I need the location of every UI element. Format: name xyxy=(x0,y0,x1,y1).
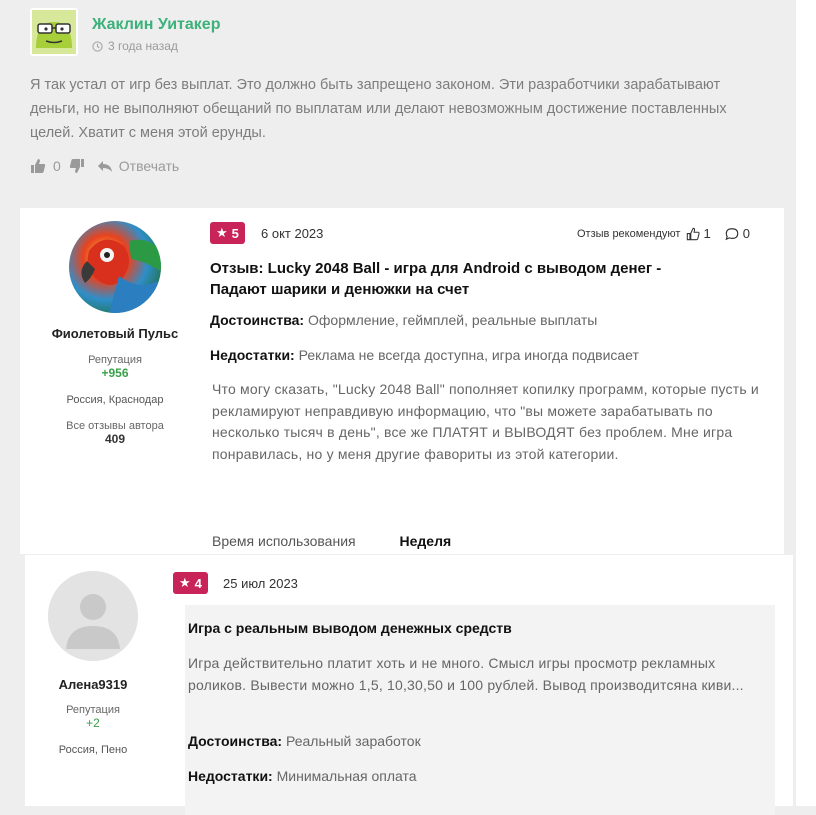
like-count: 0 xyxy=(53,158,61,174)
cons-row: Недостатки: Реклама не всегда доступна, … xyxy=(210,347,639,363)
pros-row: Достоинства: Оформление, геймплей, реаль… xyxy=(210,312,597,328)
rating-badge: ★ 5 xyxy=(210,222,245,244)
author-city: Россия, Пено xyxy=(58,744,128,756)
reputation-label: Репутация xyxy=(66,704,120,716)
clock-icon xyxy=(92,40,103,52)
reputation-value: +2 xyxy=(86,716,100,730)
pros-label: Достоинства: xyxy=(188,733,283,749)
star-icon: ★ xyxy=(216,225,228,240)
pros-text: Оформление, геймплей, реальные выплаты xyxy=(308,312,598,328)
all-reviews-link[interactable]: Все отзывы автора xyxy=(50,420,180,432)
comment-text: Я так устал от игр без выплат. Это должн… xyxy=(30,77,727,141)
reply-arrow-icon[interactable] xyxy=(97,158,113,174)
review-date: 25 июл 2023 xyxy=(223,576,298,591)
reputation-label: Репутация xyxy=(88,354,142,366)
comment-author[interactable]: Жаклин Уитакер xyxy=(92,16,220,34)
comment-avatar[interactable] xyxy=(30,8,78,56)
author-name[interactable]: Алена9319 xyxy=(33,677,153,692)
comment-actions: 0 Отвечать xyxy=(30,158,179,174)
review-title-line: Падают шарики и денюжки на счет xyxy=(210,281,470,298)
cons-label: Недостатки: xyxy=(188,768,273,784)
rating-badge: ★ 4 xyxy=(173,572,208,594)
comment-time-text: 3 года назад xyxy=(108,39,178,53)
review-card: Фиолетовый Пульс Репутация +956 Россия, … xyxy=(20,208,784,554)
frog-avatar-icon xyxy=(30,8,78,56)
usage-value: Неделя xyxy=(399,533,452,549)
cons-label: Недостатки: xyxy=(210,347,295,363)
recommend-label: Отзыв рекомендуют xyxy=(577,227,681,240)
author-name[interactable]: Фиолетовый Пульс xyxy=(50,326,180,341)
default-user-icon xyxy=(48,571,138,661)
pros-text: Реальный заработок xyxy=(286,733,421,749)
review-author-panel: Алена9319 Репутация +2 Россия, Пено xyxy=(33,571,153,756)
author-avatar[interactable] xyxy=(69,221,161,313)
parrot-avatar-icon xyxy=(69,221,161,313)
cons-text: Реклама не всегда доступна, игра иногда … xyxy=(298,347,639,363)
rating-value: 5 xyxy=(231,225,239,241)
usage-row: Время использования Неделя xyxy=(212,533,451,549)
reputation-value: +956 xyxy=(101,366,129,380)
cons-text: Минимальная оплата xyxy=(276,768,417,784)
review-title-line: Отзыв: Lucky 2048 Ball - игра для Androi… xyxy=(210,260,662,277)
review-content-box: Игра с реальным выводом денежных средств… xyxy=(185,605,775,815)
reviews-count: 409 xyxy=(104,432,126,446)
recommend-thumb-icon[interactable] xyxy=(686,227,701,241)
pros-label: Достоинства: xyxy=(210,312,305,328)
pros-row: Достоинства: Реальный заработок xyxy=(188,733,421,749)
cons-row: Недостатки: Минимальная оплата xyxy=(188,768,417,784)
review-card: Алена9319 Репутация +2 Россия, Пено ★ 4 … xyxy=(25,555,793,815)
thumbs-up-icon[interactable] xyxy=(30,158,46,174)
page-edge xyxy=(796,0,816,806)
author-city: Россия, Краснодар xyxy=(66,394,164,406)
comment-block: Жаклин Уитакер 3 года назад Я так устал … xyxy=(0,0,796,206)
rating-value: 4 xyxy=(194,575,202,591)
thumbs-down-icon[interactable] xyxy=(69,158,85,174)
review-body: Что могу сказать, "Lucky 2048 Ball" попо… xyxy=(212,381,759,462)
author-avatar[interactable] xyxy=(48,571,138,661)
comment-time: 3 года назад xyxy=(92,39,178,53)
star-icon: ★ xyxy=(179,575,191,590)
comments-count: 0 xyxy=(742,226,750,241)
comment-bubble-icon[interactable] xyxy=(725,227,739,241)
review-date: 6 окт 2023 xyxy=(261,226,324,241)
reply-button[interactable]: Отвечать xyxy=(119,158,179,174)
review-body: Игра действительно платит хоть и не мног… xyxy=(188,655,744,693)
usage-label: Время использования xyxy=(212,533,356,549)
recommend-count: 1 xyxy=(703,226,711,241)
review-title[interactable]: Игра с реальным выводом денежных средств xyxy=(188,618,512,639)
review-meta: Отзыв рекомендуют 1 0 xyxy=(577,226,750,241)
review-title[interactable]: Отзыв: Lucky 2048 Ball - игра для Androi… xyxy=(210,258,730,300)
review-author-panel: Фиолетовый Пульс Репутация +956 Россия, … xyxy=(50,221,180,446)
